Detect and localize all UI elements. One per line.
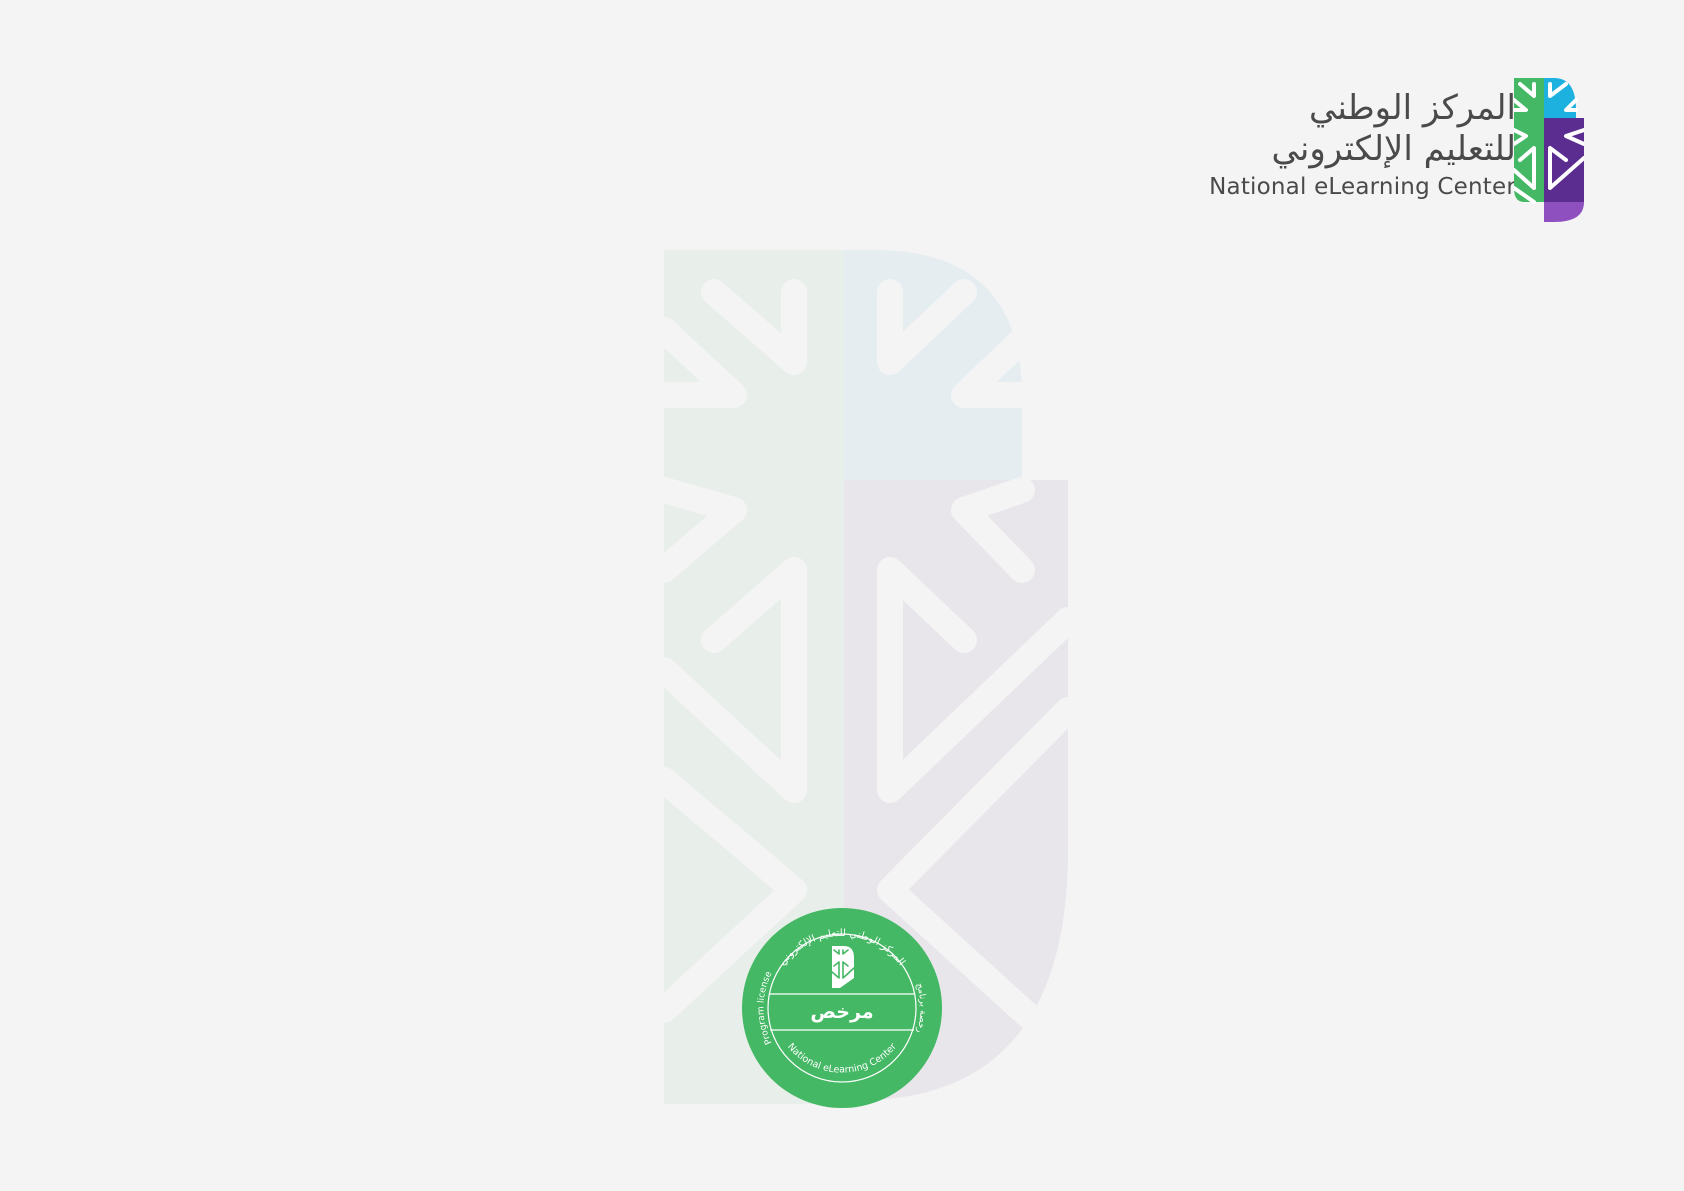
logo-text: المركز الوطني للتعليم الإلكتروني Nationa…	[1209, 88, 1516, 202]
nelc-logo-mark-icon	[1512, 78, 1586, 222]
license-seal: المركز الوطني للتعليم الإلكتروني Nationa…	[740, 906, 944, 1110]
header-logo: المركز الوطني للتعليم الإلكتروني Nationa…	[1200, 74, 1600, 224]
seal-center-label: مرخص	[810, 1001, 874, 1023]
org-name-en: National eLearning Center	[1209, 174, 1516, 200]
org-name-ar-line2: للتعليم الإلكتروني	[1271, 129, 1516, 169]
org-name-ar-line1: المركز الوطني	[1308, 88, 1516, 128]
license-certificate-page: المركز الوطني للتعليم الإلكتروني Nationa…	[0, 0, 1684, 1191]
